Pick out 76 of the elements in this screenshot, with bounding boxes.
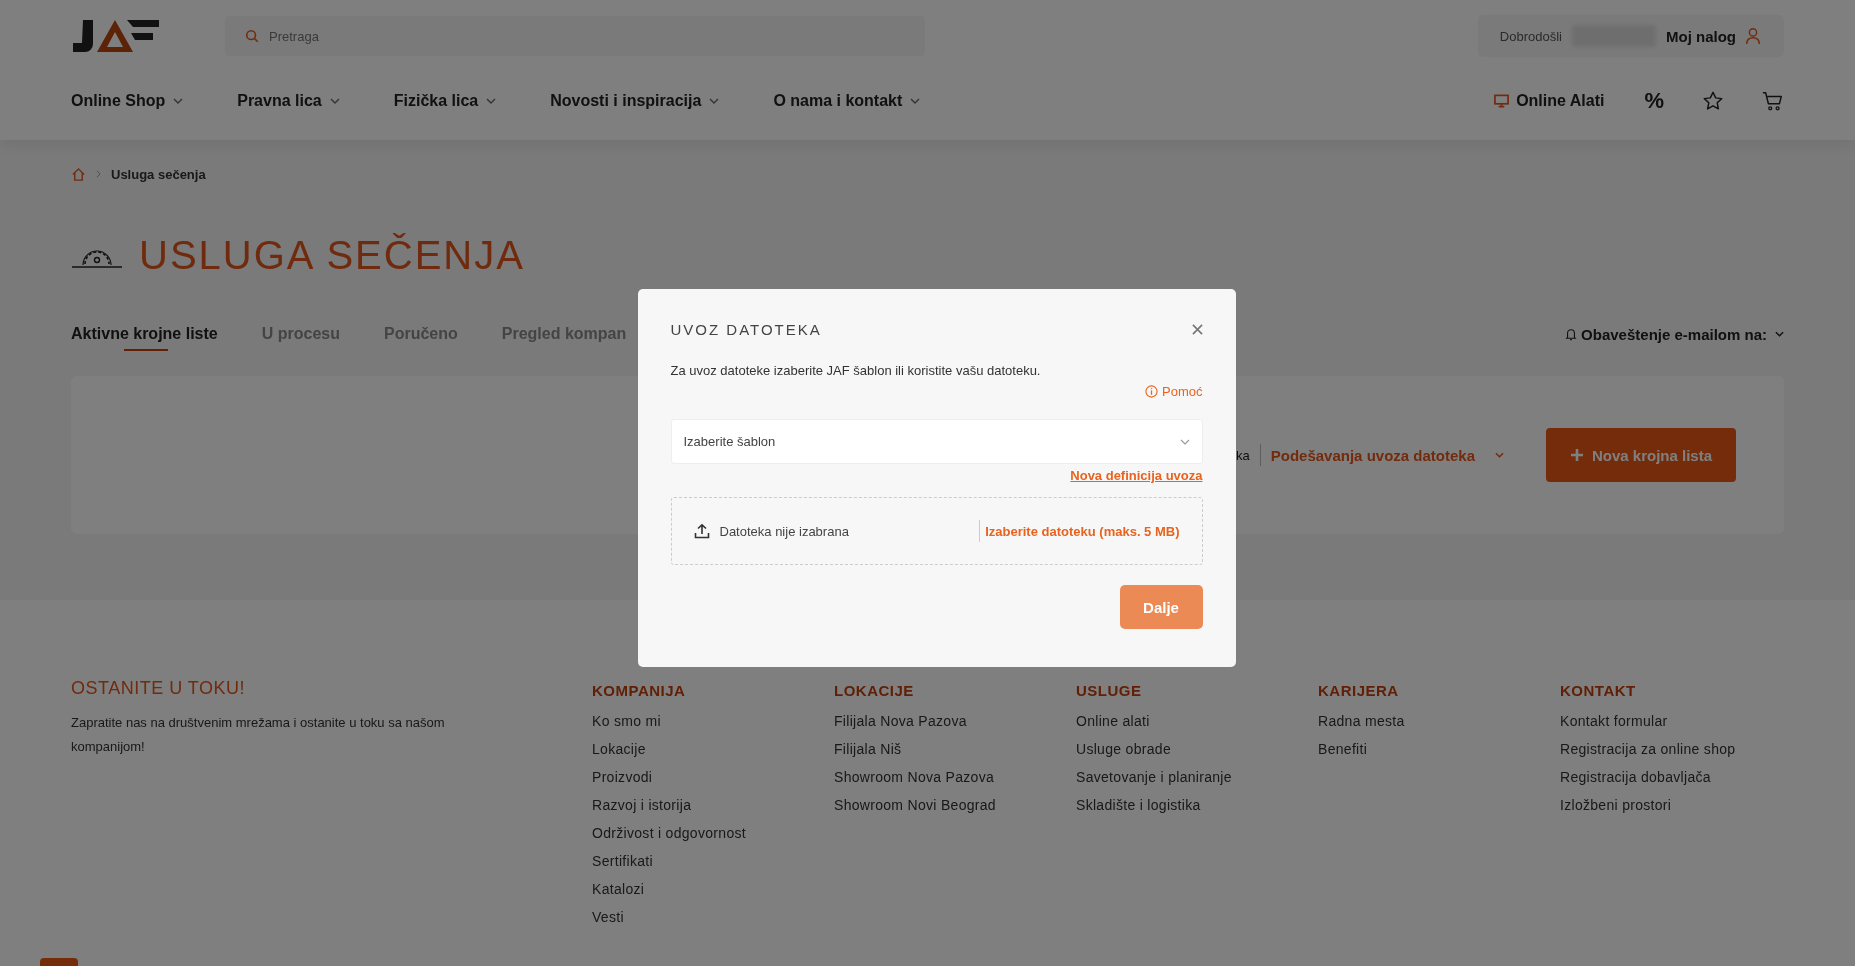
logo-icon[interactable]: [71, 18, 161, 54]
chevron-down-icon: [1775, 331, 1784, 337]
footer-link[interactable]: Kontakt formular: [1560, 707, 1802, 735]
footer-link[interactable]: Filijala Nova Pazova: [834, 707, 1076, 735]
next-button[interactable]: Dalje: [1119, 585, 1203, 629]
upload-icon: [693, 523, 710, 539]
footer-link[interactable]: Radna mesta: [1318, 707, 1560, 735]
help-link[interactable]: Pomoć: [1162, 384, 1203, 399]
chevron-down-icon: [329, 98, 340, 104]
user-icon[interactable]: [1744, 27, 1762, 45]
footer-link[interactable]: Benefiti: [1318, 735, 1560, 763]
footer-link[interactable]: Razvoj i istorija: [592, 791, 834, 819]
search-icon: [245, 29, 259, 43]
new-cutting-list-button[interactable]: Nova krojna lista: [1546, 428, 1736, 482]
bell-icon: [1565, 327, 1578, 341]
footer-link[interactable]: Održivost i odgovornost: [592, 819, 834, 847]
new-import-definition-link[interactable]: Nova definicija uvoza: [1070, 468, 1203, 483]
breadcrumb-current: Usluga sečenja: [111, 166, 206, 182]
chevron-down-icon: [910, 98, 921, 104]
email-notification-dropdown[interactable]: Obaveštenje e-mailom na:: [1581, 325, 1767, 343]
footer-link[interactable]: Sertifikati: [592, 847, 834, 875]
chevron-down-icon: [173, 98, 184, 104]
tab[interactable]: Aktivne krojne liste: [71, 317, 218, 351]
template-select[interactable]: Izaberite šablon: [670, 419, 1203, 464]
footer-link[interactable]: Usluge obrade: [1076, 735, 1318, 763]
account-link[interactable]: Moj nalog: [1666, 27, 1736, 45]
footer-link[interactable]: Showroom Nova Pazova: [834, 763, 1076, 791]
nav-menu-item[interactable]: O nama i kontakt: [773, 92, 921, 110]
footer-link[interactable]: Savetovanje i planiranje: [1076, 763, 1318, 791]
footer-heading: KOMPANIJA: [592, 682, 687, 699]
chevron-down-icon: [1495, 452, 1504, 458]
footer-heading: USLUGE: [1076, 682, 1143, 699]
footer-link[interactable]: Registracija za online shop: [1560, 735, 1802, 763]
chevron-right-icon: [96, 170, 101, 178]
nav-menu-item[interactable]: Pravna lica: [237, 92, 340, 110]
dialog-description: Za uvoz datoteke izaberite JAF šablon ili koristite vašu datoteku.: [670, 363, 1042, 378]
search-field[interactable]: Pretraga: [225, 16, 925, 56]
online-tools-link[interactable]: Online Alati: [1516, 92, 1605, 110]
monitor-icon: [1494, 94, 1510, 108]
footer-link[interactable]: Skladište i logistika: [1076, 791, 1318, 819]
discount-link[interactable]: %: [1644, 88, 1664, 114]
file-drop-zone[interactable]: Datoteka nije izabrana Izaberite datoteku (maks. 5 MB): [670, 497, 1203, 565]
cart-icon[interactable]: [1762, 90, 1784, 112]
footer-heading: KONTAKT: [1560, 682, 1637, 699]
welcome-text: Dobrodošli: [1499, 28, 1562, 44]
footer-link[interactable]: Lokacije: [592, 735, 834, 763]
footer-link[interactable]: Proizvodi: [592, 763, 834, 791]
nav-menu-item[interactable]: Fizička lica: [393, 92, 497, 110]
page-title: USLUGA SEČENJA: [139, 232, 525, 278]
file-status-text: Datoteka nije izabrana: [719, 523, 850, 539]
nav-menu-item[interactable]: Online Shop: [71, 92, 184, 110]
dialog-title: UVOZ DATOTEKA: [670, 320, 822, 338]
footer-link[interactable]: Ko smo mi: [592, 707, 834, 735]
import-label-text: ka: [1236, 447, 1250, 463]
footer-link[interactable]: Online alati: [1076, 707, 1318, 735]
footer-heading: KARIJERA: [1318, 682, 1400, 699]
star-icon[interactable]: [1702, 90, 1724, 112]
footer-link[interactable]: Filijala Niš: [834, 735, 1076, 763]
close-icon[interactable]: [1191, 323, 1203, 335]
chevron-down-icon: [1179, 438, 1190, 445]
plus-icon: [1569, 448, 1584, 462]
home-icon[interactable]: [71, 166, 86, 182]
chevron-down-icon: [709, 98, 720, 104]
nav-menu-item[interactable]: Novosti i inspiracija: [550, 92, 720, 110]
chevron-down-icon: [486, 98, 497, 104]
import-settings-dropdown[interactable]: Podešavanja uvoza datoteka: [1270, 446, 1475, 464]
newsletter-text: Zapratite nas na društvenim mrežama i ostanite u toku sa našom kompanijom!: [71, 714, 446, 756]
footer-link[interactable]: Katalozi: [592, 875, 834, 903]
footer-link[interactable]: Izložbeni prostori: [1560, 791, 1802, 819]
footer-link[interactable]: Registracija dobavljača: [1560, 763, 1802, 791]
footer-link[interactable]: Vesti: [592, 903, 834, 931]
choose-file-link[interactable]: Izaberite datoteku (maks. 5 MB): [985, 523, 1180, 539]
footer-link[interactable]: Showroom Novi Beograd: [834, 791, 1076, 819]
footer-heading: LOKACIJE: [834, 682, 915, 699]
newsletter-title: OSTANITE U TOKU!: [71, 678, 247, 699]
info-icon: [1145, 385, 1159, 398]
